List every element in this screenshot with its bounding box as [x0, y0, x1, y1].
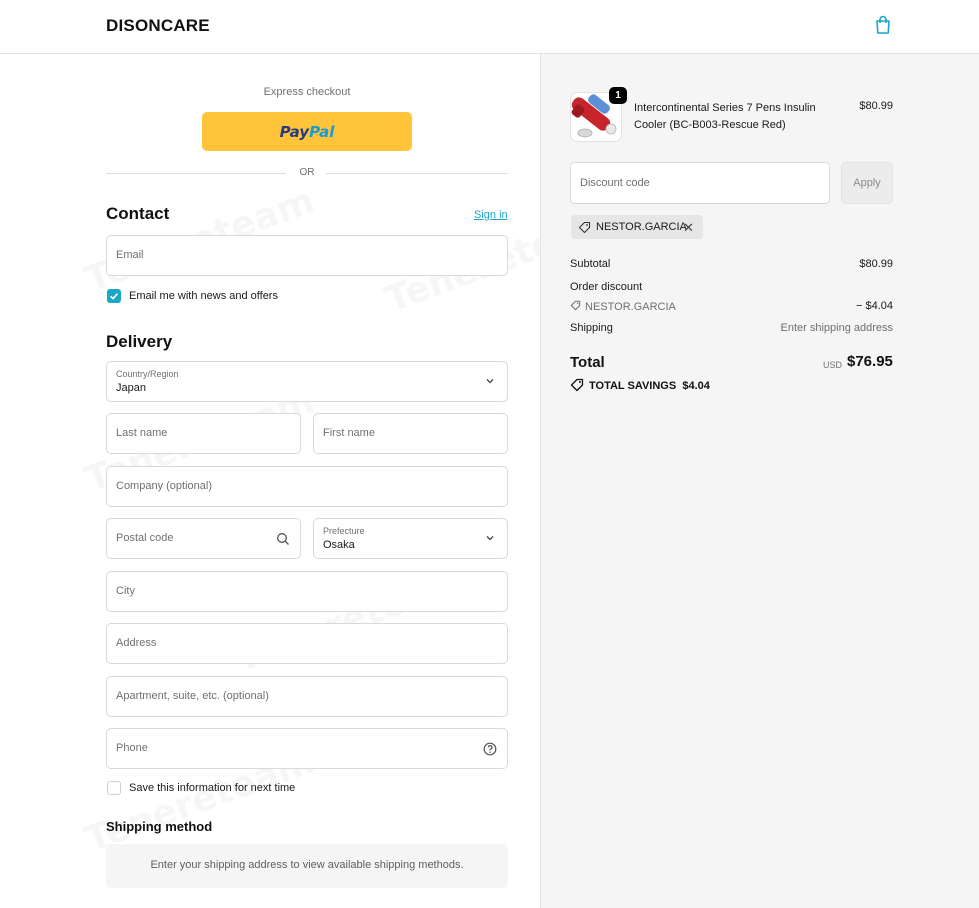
apartment-placeholder: Apartment, suite, etc. (optional)	[116, 690, 269, 702]
divider-line	[326, 173, 508, 174]
tag-icon	[570, 300, 581, 311]
apply-discount-button[interactable]: Apply	[841, 162, 893, 204]
search-icon[interactable]	[276, 532, 290, 546]
country-label: Country/Region	[116, 369, 179, 379]
shipping-method-heading: Shipping method	[106, 819, 213, 834]
company-field[interactable]: Company (optional)	[106, 466, 508, 507]
prefecture-label: Prefecture	[323, 526, 365, 536]
total-savings-value: $4.04	[682, 380, 710, 392]
product-price: $80.99	[859, 100, 893, 112]
order-discount-code-text: NESTOR.GARCIA	[585, 301, 676, 313]
checkmark-icon	[109, 293, 119, 300]
phone-placeholder: Phone	[116, 742, 148, 754]
save-info-checkbox[interactable]	[107, 781, 121, 795]
paypal-button[interactable]: Pay Pal	[202, 112, 412, 151]
last-name-field[interactable]: Last name	[106, 413, 301, 454]
first-name-placeholder: First name	[323, 427, 375, 439]
shipping-label: Shipping	[570, 322, 613, 334]
tag-icon	[570, 378, 584, 392]
quantity-badge: 1	[609, 87, 627, 104]
country-select[interactable]: Country/Region Japan	[106, 361, 508, 402]
currency-code: USD	[823, 360, 843, 370]
last-name-placeholder: Last name	[116, 427, 168, 439]
email-placeholder: Email	[116, 249, 144, 261]
paypal-logo-pal: Pal	[309, 122, 335, 141]
postal-code-field[interactable]: Postal code	[106, 518, 301, 559]
remove-discount-icon[interactable]: ✕	[683, 220, 694, 236]
first-name-field[interactable]: First name	[313, 413, 508, 454]
tag-icon	[578, 221, 591, 234]
express-checkout-label: Express checkout	[263, 86, 351, 98]
city-placeholder: City	[116, 585, 135, 597]
site-header: DISONCARE	[0, 0, 979, 54]
total-label: Total	[570, 354, 605, 371]
order-discount-value: − $4.04	[855, 300, 893, 312]
email-field[interactable]: Email	[106, 235, 508, 276]
paypal-logo-pay: Pay	[279, 122, 310, 141]
chevron-down-icon	[486, 536, 494, 541]
discount-code-placeholder: Discount code	[580, 177, 650, 189]
phone-field[interactable]: Phone	[106, 728, 508, 769]
total-savings-label: TOTAL SAVINGS	[589, 380, 677, 392]
prefecture-select[interactable]: Prefecture Osaka	[313, 518, 508, 559]
shipping-method-notice: Enter your shipping address to view avai…	[106, 844, 508, 888]
city-field[interactable]: City	[106, 571, 508, 612]
contact-heading: Contact	[106, 204, 170, 223]
address-field[interactable]: Address	[106, 623, 508, 664]
postal-code-placeholder: Postal code	[116, 532, 174, 544]
order-discount-code: NESTOR.GARCIA	[570, 300, 676, 313]
chevron-down-icon	[486, 379, 494, 384]
delivery-heading: Delivery	[106, 332, 173, 351]
product-name: Intercontinental Series 7 Pens Insulin C…	[634, 102, 816, 131]
order-discount-label: Order discount	[570, 281, 643, 293]
or-divider: OR	[106, 166, 508, 180]
apartment-field[interactable]: Apartment, suite, etc. (optional)	[106, 676, 508, 717]
save-info-label: Save this information for next time	[129, 782, 296, 794]
shopping-bag-icon[interactable]	[874, 15, 892, 35]
subtotal-value: $80.99	[859, 258, 893, 270]
newsletter-checkbox[interactable]	[107, 289, 121, 303]
store-logo[interactable]: DISONCARE	[106, 16, 210, 36]
total-value: $76.95	[847, 353, 893, 370]
help-icon[interactable]	[483, 742, 497, 756]
address-placeholder: Address	[116, 637, 157, 649]
company-placeholder: Company (optional)	[116, 480, 212, 492]
shipping-value: Enter shipping address	[780, 322, 893, 334]
discount-code-field[interactable]: Discount code	[570, 162, 830, 204]
applied-discount-code: NESTOR.GARCIA	[596, 221, 687, 233]
sign-in-link[interactable]: Sign in	[474, 209, 508, 221]
total-savings: TOTAL SAVINGS $4.04	[570, 378, 710, 392]
applied-discount-chip: NESTOR.GARCIA ✕	[571, 215, 703, 239]
prefecture-value: Osaka	[323, 539, 355, 551]
newsletter-label: Email me with news and offers	[129, 290, 278, 302]
country-value: Japan	[116, 382, 146, 394]
subtotal-label: Subtotal	[570, 258, 611, 270]
